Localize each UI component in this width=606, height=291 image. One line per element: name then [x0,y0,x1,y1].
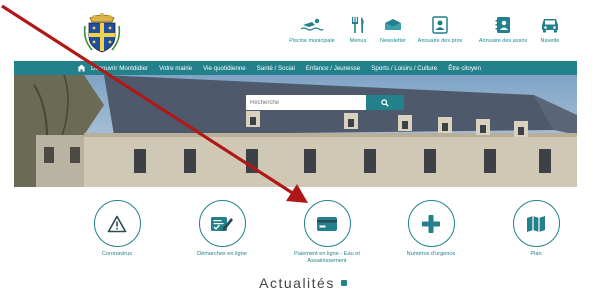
nav-item-vie-quotidienne[interactable]: Vie quotidienne [203,65,246,72]
quick-link-navette[interactable]: Navette [519,14,581,44]
service-label: Démarches en ligne [197,251,247,257]
nav-item-etre-citoyen[interactable]: Être citoyen [448,65,481,72]
service-label: Coronavirus [101,251,133,257]
service-demarches[interactable]: Démarches en ligne [177,200,267,258]
directory-icon [432,14,448,36]
quick-link-label: Annuaire des pros [417,38,463,44]
home-icon[interactable] [77,63,87,73]
service-circle[interactable] [93,200,141,247]
service-urgence[interactable]: Numéros d'urgence [386,200,476,258]
swimmer-icon [300,14,324,36]
service-paiement[interactable]: Paiement en ligne - Eau et Assainissemen… [282,200,372,265]
main-nav: Découvrir Montdidier Votre mairie Vie qu… [14,61,577,75]
credit-card-icon [317,216,337,231]
nav-item-sante-social[interactable]: Santé / Social [257,65,295,72]
nav-item-enfance-jeunesse[interactable]: Enfance / Jeunesse [306,65,360,72]
nav-item-sports-loisirs[interactable]: Sports / Loisirs / Culture [371,65,437,72]
form-edit-icon [211,216,233,231]
plus-icon [422,214,440,233]
service-circle[interactable] [198,200,246,247]
service-plan[interactable]: Plan [491,200,581,258]
news-heading: Actualités [0,275,606,291]
nav-item-decouvrir[interactable]: Découvrir Montdidier [91,65,148,72]
service-circle[interactable] [512,200,560,247]
quick-link-label: Newsletter [380,38,406,44]
newsletter-icon [383,14,403,36]
service-circle[interactable] [407,200,455,247]
search-button[interactable] [366,95,404,110]
warning-icon [107,215,127,232]
city-logo[interactable] [82,12,122,54]
search-bar [246,95,404,110]
service-label: Numéros d'urgence [406,251,456,257]
news-title: Actualités [259,275,335,291]
quick-link-annuaire-pros[interactable]: Annuaire des pros [409,14,471,44]
hero-banner [14,75,577,187]
car-icon [540,14,560,36]
quick-link-label: Navette [540,38,560,44]
square-bullet-icon [340,280,347,286]
hero-building-image [14,75,577,187]
service-label: Plan [530,251,542,257]
map-icon [527,215,545,232]
search-icon [381,98,389,107]
nav-item-votre-mairie[interactable]: Votre mairie [159,65,192,72]
service-coronavirus[interactable]: Coronavirus [72,200,162,258]
service-circle[interactable] [303,200,351,247]
service-label: Paiement en ligne - Eau et Assainissemen… [294,251,360,264]
search-input[interactable] [246,95,366,110]
associations-icon [495,14,511,36]
